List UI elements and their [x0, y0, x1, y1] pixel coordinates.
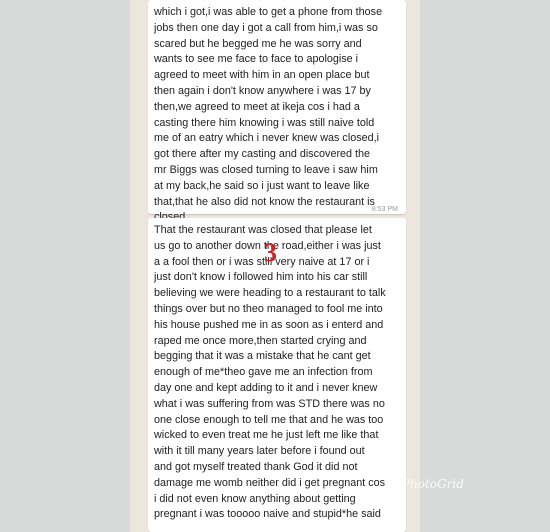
message-bubble: That the restaurant was closed that plea… — [148, 218, 406, 532]
message-text: That the restaurant was closed that plea… — [154, 224, 386, 521]
message-text: which i got,i was able to get a phone fr… — [154, 6, 383, 223]
page-number-overlay: 3 — [264, 238, 277, 267]
message-bubble: which i got,i was able to get a phone fr… — [148, 0, 406, 223]
message-timestamp: 8:53 PM — [371, 206, 398, 213]
photogrid-watermark: PhotoGrid — [402, 477, 464, 491]
